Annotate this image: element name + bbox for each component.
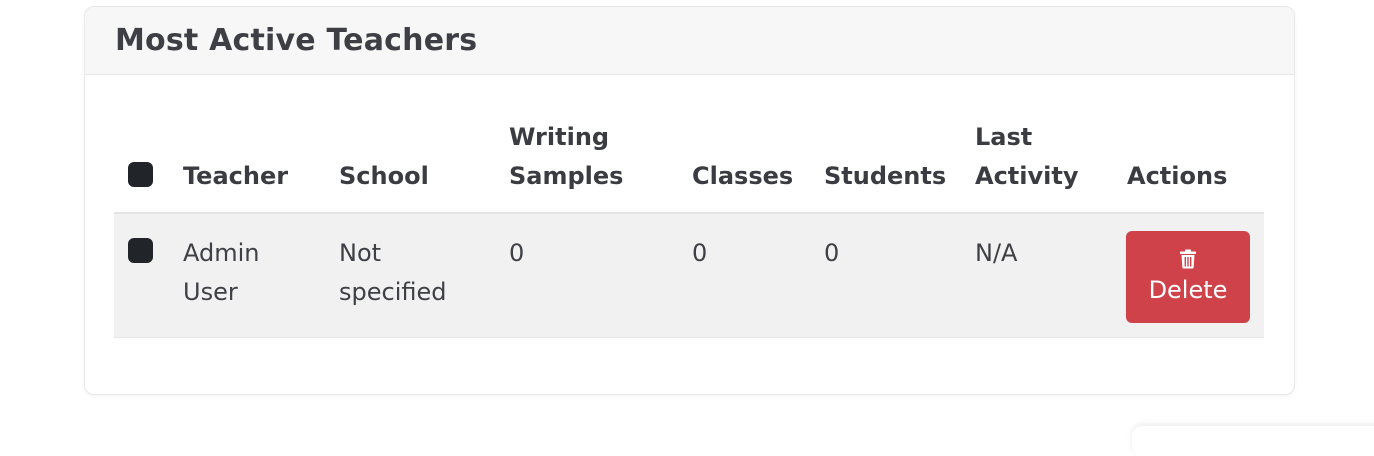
column-header-writing-samples-line1: Writing [509, 123, 610, 151]
school-cell: Not specified [339, 234, 446, 312]
column-header-writing-samples[interactable]: Writing Samples [509, 118, 623, 196]
column-header-writing-samples-line2: Samples [509, 162, 624, 190]
column-header-students[interactable]: Students [824, 157, 946, 196]
column-header-last-activity-line1: Last [975, 123, 1033, 151]
adjacent-card-edge [1132, 426, 1374, 456]
column-header-teacher[interactable]: Teacher [183, 157, 288, 196]
row-checkbox[interactable] [128, 238, 153, 263]
most-active-teachers-card: Most Active Teachers Teacher School Writ… [84, 6, 1295, 395]
teachers-table: Teacher School Writing Samples Classes S… [114, 115, 1264, 338]
delete-button[interactable]: Delete [1126, 231, 1250, 323]
delete-button-label: Delete [1148, 276, 1228, 304]
school-line2: specified [339, 278, 447, 306]
teacher-name-cell: Admin User [183, 234, 260, 312]
column-header-last-activity-line2: Activity [975, 162, 1079, 190]
column-header-actions: Actions [1127, 162, 1228, 190]
writing-samples-cell: 0 [509, 239, 525, 267]
table-header-row: Teacher School Writing Samples Classes S… [114, 115, 1264, 214]
table-row: Admin User Not specified 0 0 0 N/A Delet… [114, 214, 1264, 338]
classes-cell: 0 [692, 239, 708, 267]
trash-icon [1180, 249, 1196, 269]
students-cell: 0 [824, 239, 840, 267]
column-header-school[interactable]: School [339, 157, 429, 196]
card-title: Most Active Teachers [115, 23, 478, 58]
teacher-name-line1: Admin [183, 239, 260, 267]
school-line1: Not [339, 239, 382, 267]
last-activity-cell: N/A [975, 239, 1018, 267]
column-header-classes[interactable]: Classes [692, 157, 793, 196]
teacher-name-line2: User [183, 278, 238, 306]
card-header: Most Active Teachers [85, 7, 1294, 75]
select-all-checkbox[interactable] [128, 162, 153, 187]
column-header-last-activity[interactable]: Last Activity [975, 118, 1079, 196]
